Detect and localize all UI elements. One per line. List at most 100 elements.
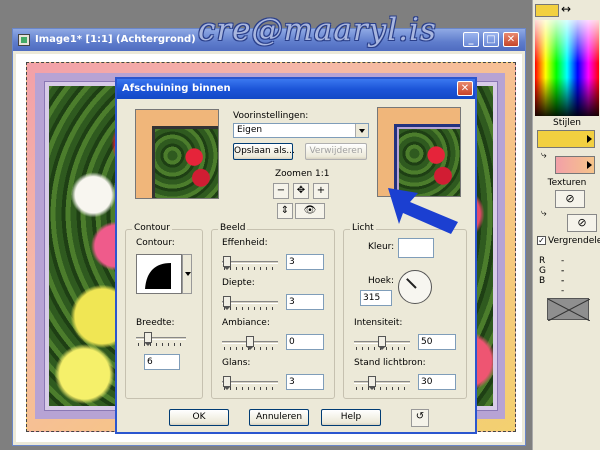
rgb-row-r: R -- (539, 256, 564, 276)
reset-icon[interactable]: ↺ (411, 409, 429, 427)
texture-none-icon-2[interactable]: ⊘ (567, 214, 597, 232)
slider-ticks (224, 307, 276, 310)
light-color-swatch[interactable] (398, 238, 434, 258)
styles-background-swatch[interactable] (555, 156, 595, 174)
rgb-name: R (539, 256, 546, 266)
image-group: Beeld Effenheid: 3 Diepte: 3 Ambiance: 0… (211, 223, 335, 399)
slider-thumb[interactable] (246, 336, 254, 350)
transparent-swatch[interactable] (547, 298, 591, 322)
ok-button[interactable]: OK (169, 409, 229, 426)
delete-button[interactable]: Verwijderen (305, 143, 367, 160)
width-label: Breedte: (136, 318, 175, 328)
presets-select[interactable]: Eigen (233, 123, 369, 138)
shine-input[interactable]: 3 (286, 374, 324, 390)
image-close-button[interactable]: ✕ (503, 32, 519, 47)
angle-input[interactable]: 315 (360, 290, 392, 306)
styles-arrow-icon[interactable] (587, 135, 592, 143)
navigate-icon[interactable]: ⇕ (277, 203, 293, 219)
foreground-color-swatch[interactable] (535, 4, 559, 17)
contour-group: Contour Contour: Breedte: 6 (125, 223, 203, 399)
zoom-in-icon[interactable]: + (313, 183, 329, 199)
dialog-titlebar[interactable]: Afschuining binnen ✕ (117, 79, 475, 99)
light-position-slider[interactable] (354, 376, 410, 390)
texture-none-icon[interactable]: ⊘ (555, 190, 585, 208)
materials-palette: ↔ Stijlen ⤷ Texturen ⊘ ⤷ ⊘ ✓Vergrendelen… (532, 0, 600, 450)
contour-curve-icon (145, 263, 171, 289)
depth-label: Diepte: (222, 278, 255, 288)
rgb-name: G (539, 266, 546, 276)
preview-after (377, 107, 461, 197)
smoothness-input[interactable]: 3 (286, 254, 324, 270)
cross-icon (547, 298, 591, 322)
cancel-button[interactable]: Annuleren (249, 409, 309, 426)
light-position-label: Stand lichtbron: (354, 358, 426, 368)
image-group-title: Beeld (218, 223, 248, 233)
rgb-name: B (539, 276, 546, 286)
light-group: Licht Kleur: Hoek: 315 Intensiteit: 50 S… (343, 223, 467, 399)
color-label: Kleur: (368, 242, 395, 252)
slider-thumb[interactable] (368, 376, 376, 390)
swap-colors-icon[interactable]: ↔ (561, 2, 571, 16)
preview-after-image (394, 124, 460, 196)
ambience-input[interactable]: 0 (286, 334, 324, 350)
contour-group-title: Contour (132, 223, 172, 233)
pan-icon[interactable]: ✥ (293, 183, 309, 199)
contour-label: Contour: (136, 238, 175, 248)
intensity-input[interactable]: 50 (418, 334, 456, 350)
styles-foreground-swatch[interactable] (537, 130, 595, 148)
checkbox-checked-icon[interactable]: ✓ (537, 236, 546, 245)
dialog-close-button[interactable]: ✕ (457, 81, 473, 96)
slider-thumb[interactable] (378, 336, 386, 350)
shine-label: Glans: (222, 358, 251, 368)
smoothness-label: Effenheid: (222, 238, 268, 248)
preview-before-image (152, 126, 218, 198)
shine-slider[interactable] (222, 376, 278, 390)
zoom-label: Zoomen 1:1 (275, 169, 330, 179)
styles-bg-arrow-icon[interactable] (587, 161, 592, 169)
zoom-out-icon[interactable]: − (273, 183, 289, 199)
inner-bevel-dialog: Afschuining binnen ✕ Voorinstellingen: E… (115, 77, 477, 434)
watermark: cre@maaryl.is (198, 12, 437, 48)
dialog-title: Afschuining binnen (122, 83, 231, 94)
help-button[interactable]: Help (321, 409, 381, 426)
rgb-row-g: G -- (539, 266, 564, 286)
lock-label: Vergrendelen (548, 236, 600, 246)
swap-textures-icon[interactable]: ⤷ (541, 208, 547, 219)
presets-label: Voorinstellingen: (233, 111, 309, 121)
contour-dropdown[interactable] (182, 254, 192, 294)
ambience-slider[interactable] (222, 336, 278, 350)
depth-input[interactable]: 3 (286, 294, 324, 310)
smoothness-slider[interactable] (222, 256, 278, 270)
minimize-button[interactable]: _ (463, 32, 479, 47)
ambience-label: Ambiance: (222, 318, 270, 328)
width-input[interactable]: 6 (144, 354, 180, 370)
preview-before[interactable] (135, 109, 219, 199)
image-document-icon (18, 34, 30, 46)
save-as-button[interactable]: Opslaan als... (233, 143, 295, 160)
maximize-button[interactable]: □ (483, 32, 499, 47)
slider-track (354, 381, 410, 384)
slider-thumb[interactable] (223, 256, 231, 270)
slider-thumb[interactable] (223, 376, 231, 390)
width-slider[interactable] (136, 332, 186, 346)
textures-label: Texturen (547, 178, 587, 188)
depth-slider[interactable] (222, 296, 278, 310)
intensity-label: Intensiteit: (354, 318, 403, 328)
angle-dial[interactable] (398, 270, 432, 304)
light-group-title: Licht (350, 223, 376, 233)
swap-styles-icon[interactable]: ⤷ (541, 150, 547, 161)
slider-thumb[interactable] (223, 296, 231, 310)
image-window-title: Image1* [1:1] (Achtergrond) (35, 34, 196, 45)
preview-eye-icon[interactable]: 👁 (295, 203, 325, 219)
intensity-slider[interactable] (354, 336, 410, 350)
slider-thumb[interactable] (144, 332, 152, 346)
lock-checkbox[interactable]: ✓Vergrendelen (537, 236, 600, 246)
contour-curve-swatch[interactable] (136, 254, 182, 294)
slider-ticks (224, 387, 276, 390)
slider-ticks (356, 387, 408, 390)
styles-label: Stijlen (553, 118, 581, 128)
light-position-input[interactable]: 30 (418, 374, 456, 390)
chevron-down-icon[interactable] (355, 124, 368, 137)
presets-value: Eigen (237, 125, 263, 135)
color-spectrum[interactable] (535, 20, 599, 116)
